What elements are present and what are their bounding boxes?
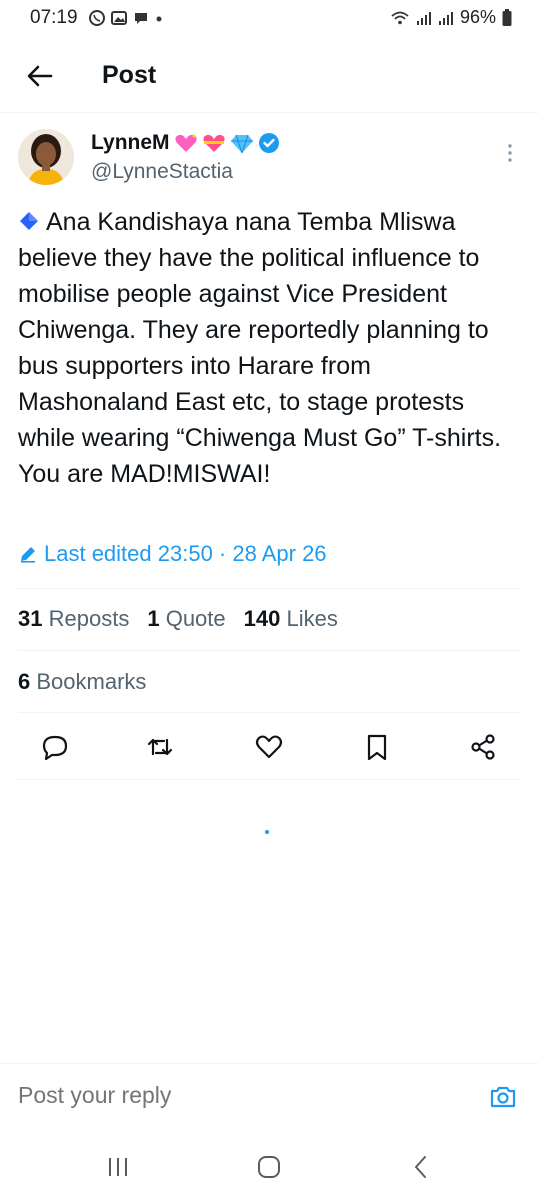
gem-stone-emoji xyxy=(230,134,253,154)
reposts-count: 31 xyxy=(18,606,43,631)
reposts-label: Reposts xyxy=(48,606,130,631)
post-text-block: Ana Kandishaya nana Temba Mliswa believe… xyxy=(18,204,523,492)
recent-apps-button[interactable] xyxy=(103,1152,133,1182)
author-name[interactable]: LynneM xyxy=(91,131,170,155)
status-bar: 07:19 96% xyxy=(0,0,538,36)
loading-indicator xyxy=(265,830,269,834)
divider xyxy=(18,712,520,713)
reply-input[interactable] xyxy=(18,1082,418,1109)
dot-icon xyxy=(156,16,162,22)
likes-label: Likes xyxy=(286,606,338,631)
edit-pencil-icon xyxy=(21,547,35,563)
like-button[interactable] xyxy=(254,732,284,762)
more-options-button[interactable] xyxy=(500,140,520,168)
profile-photo xyxy=(18,129,74,185)
battery-percent: 96% xyxy=(459,7,496,27)
avatar[interactable] xyxy=(18,129,74,185)
chevron-left-icon xyxy=(415,1156,426,1178)
signal-icon xyxy=(438,11,453,25)
repost-icon xyxy=(147,738,173,756)
camera-button[interactable] xyxy=(488,1082,518,1112)
home-icon xyxy=(258,1156,280,1178)
back-button[interactable] xyxy=(22,58,58,94)
whatsapp-icon xyxy=(89,10,105,26)
share-icon xyxy=(471,734,495,760)
home-button[interactable] xyxy=(254,1152,284,1182)
last-edited-link[interactable]: Last edited 23:50 · 28 Apr 26 xyxy=(18,541,327,567)
quotes-count: 1 xyxy=(147,606,160,631)
blue-diamond-icon xyxy=(20,212,38,230)
quotes-stat[interactable]: 1 Quote xyxy=(147,606,225,632)
like-icon xyxy=(255,735,283,759)
reply-button[interactable] xyxy=(40,732,70,762)
wifi-icon xyxy=(391,11,409,24)
action-bar xyxy=(0,724,538,770)
likes-count: 140 xyxy=(243,606,281,631)
more-vertical-icon xyxy=(508,144,512,162)
bookmarks-label: Bookmarks xyxy=(36,669,147,694)
gallery-icon xyxy=(111,11,127,25)
post-header: Post xyxy=(0,44,538,113)
system-status: 96% xyxy=(390,7,512,28)
chat-icon xyxy=(135,13,147,24)
quotes-label: Quote xyxy=(165,606,226,631)
bookmarks-count: 6 xyxy=(18,669,31,694)
author-name-row[interactable]: LynneM xyxy=(91,131,280,155)
recent-apps-icon xyxy=(109,1158,127,1176)
system-back-button[interactable] xyxy=(406,1152,436,1182)
likes-stat[interactable]: 140 Likes xyxy=(244,606,338,632)
reply-icon xyxy=(42,735,68,761)
bookmarks-stat[interactable]: 6 Bookmarks xyxy=(18,669,146,695)
heart-with-ribbon-emoji xyxy=(202,134,225,152)
share-button[interactable] xyxy=(468,732,498,762)
signal-icon xyxy=(416,11,431,25)
system-nav-bar xyxy=(0,1128,538,1200)
battery-icon xyxy=(502,8,512,26)
engagement-stats: 31 Reposts 1 Quote 140 Likes xyxy=(18,606,338,632)
reposts-stat[interactable]: 31 Reposts xyxy=(18,606,129,632)
last-edited-label[interactable]: Last edited 23:50 · 28 Apr 26 xyxy=(44,541,327,567)
post-text: Ana Kandishaya nana Temba Mliswa believe… xyxy=(18,208,502,488)
camera-icon xyxy=(490,1086,516,1108)
back-arrow-icon xyxy=(27,65,53,87)
repost-button[interactable] xyxy=(145,732,175,762)
divider xyxy=(18,650,520,651)
author-handle[interactable]: @LynneStactia xyxy=(91,160,233,184)
page-title: Post xyxy=(102,61,157,89)
verified-badge-icon xyxy=(258,133,279,153)
bookmark-icon xyxy=(367,734,387,761)
sparkling-heart-emoji xyxy=(174,134,197,152)
status-time: 07:19 xyxy=(30,7,78,28)
reply-composer xyxy=(0,1063,538,1128)
divider xyxy=(18,779,520,780)
divider xyxy=(18,588,520,589)
bookmark-button[interactable] xyxy=(362,732,392,762)
notification-icons xyxy=(88,9,164,27)
